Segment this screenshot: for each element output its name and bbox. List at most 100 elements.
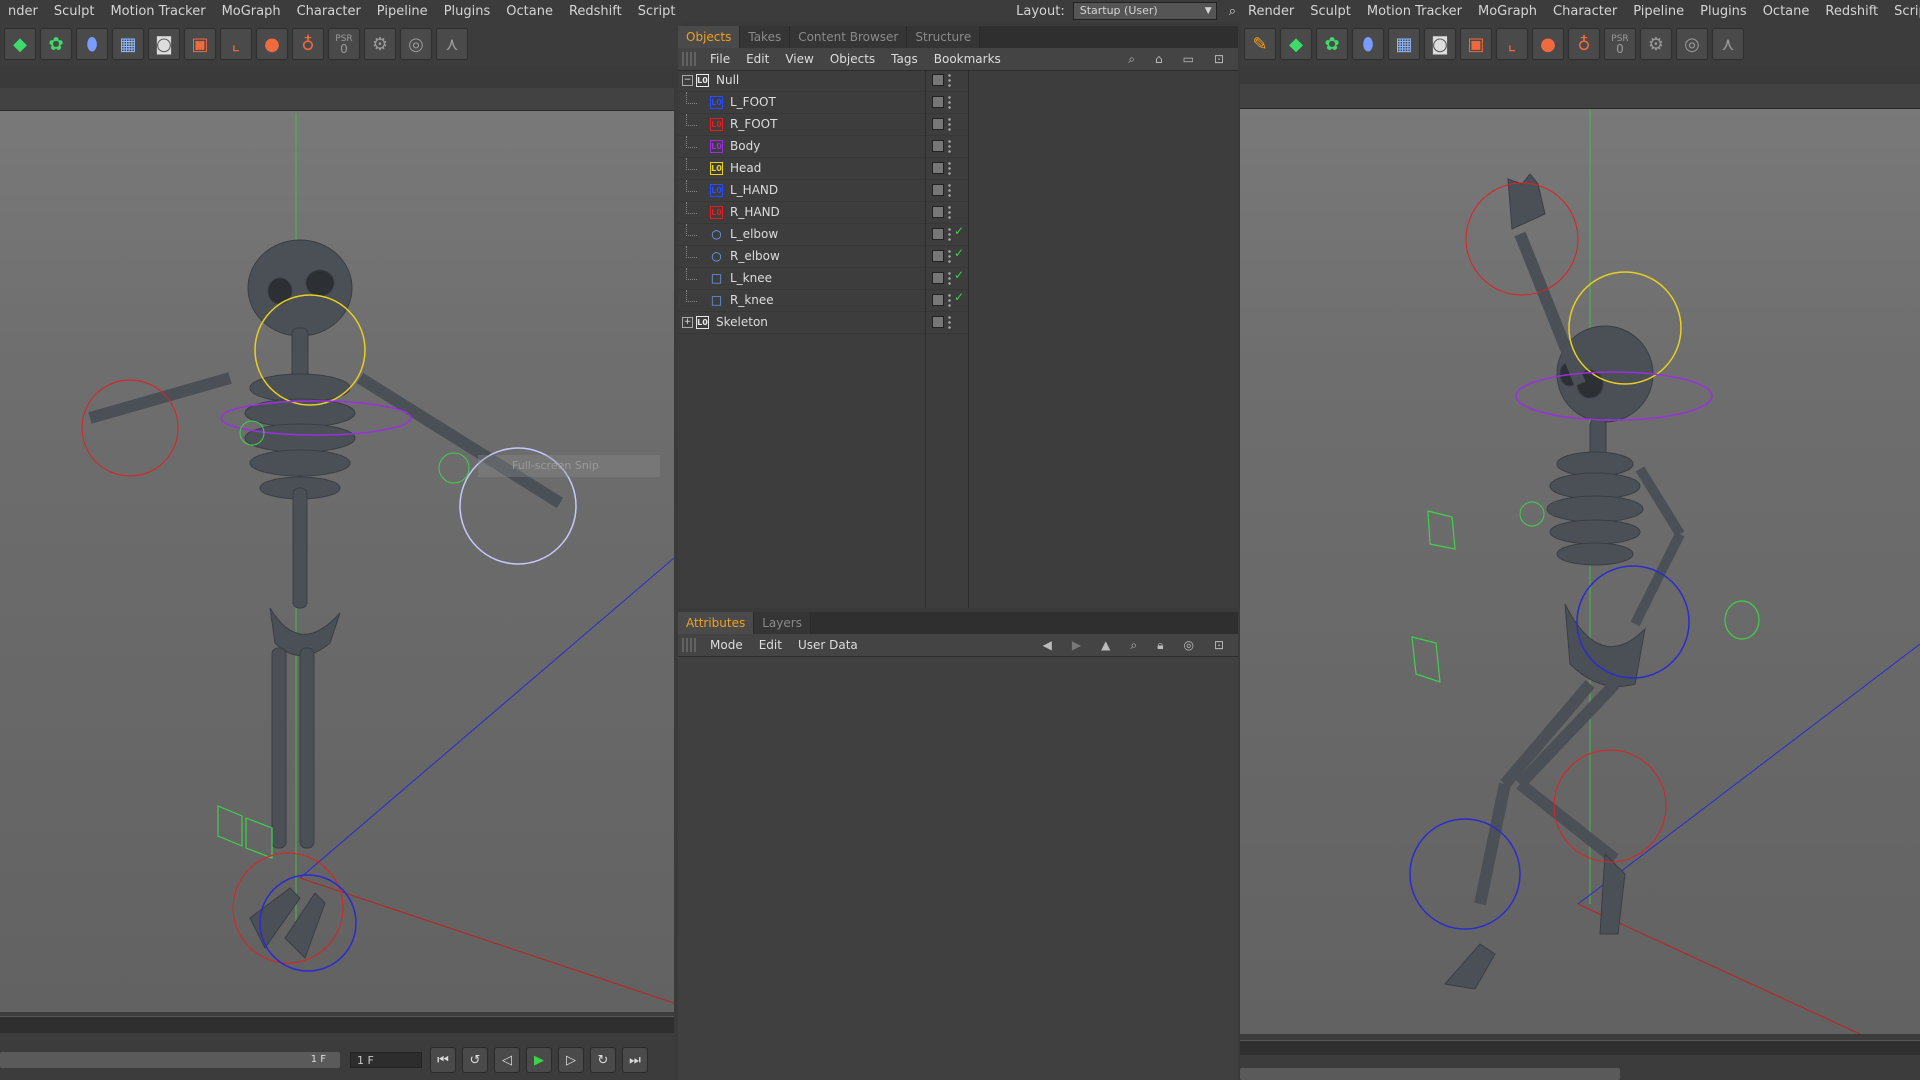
camera-icon[interactable]: ◙ (1424, 28, 1456, 60)
tab-structure[interactable]: Structure (907, 26, 981, 48)
left-viewport[interactable]: Full-screen Snip (0, 88, 674, 1012)
frame-field[interactable]: 1 F (350, 1052, 422, 1068)
visibility-tag-icon[interactable] (932, 118, 944, 130)
mograph-icon[interactable]: ✿ (40, 28, 72, 60)
goto-end-icon[interactable]: ⏭ (622, 1047, 648, 1073)
lamp-icon[interactable]: ♁ (292, 28, 324, 60)
deformer-icon[interactable]: ⬮ (1352, 28, 1384, 60)
timeline-track[interactable] (0, 1016, 674, 1033)
object-row-null[interactable]: − L0 Null (678, 70, 925, 92)
visibility-tag-icon[interactable] (932, 184, 944, 196)
object-row-body[interactable]: L0 Body (678, 136, 925, 158)
om-menu-file[interactable]: File (702, 52, 738, 66)
psr-icon[interactable]: PSR 0 (328, 28, 360, 60)
menu-plugins[interactable]: Plugins (436, 4, 499, 19)
menu-motion-tracker[interactable]: Motion Tracker (1359, 4, 1470, 19)
menu-redshift[interactable]: Redshift (1817, 4, 1886, 19)
enabled-check-icon[interactable]: ✓ (954, 290, 964, 304)
home-icon[interactable]: ⌂ (1147, 52, 1171, 66)
menu-pipeline[interactable]: Pipeline (1625, 4, 1692, 19)
tab-takes[interactable]: Takes (740, 26, 791, 48)
expand-icon[interactable]: + (682, 317, 693, 328)
deformer-icon[interactable]: ⬮ (76, 28, 108, 60)
editor-render-dots-icon[interactable] (948, 227, 951, 242)
om-menu-objects[interactable]: Objects (822, 52, 883, 66)
visibility-tag-icon[interactable] (932, 250, 944, 262)
psr-icon[interactable]: PSR 0 (1604, 28, 1636, 60)
menu-mograph[interactable]: MoGraph (1470, 4, 1545, 19)
visibility-tag-icon[interactable] (932, 74, 944, 86)
right-viewport[interactable] (1240, 84, 1920, 1034)
cube-icon[interactable]: ◆ (4, 28, 36, 60)
menu-plugins[interactable]: Plugins (1692, 4, 1755, 19)
editor-render-dots-icon[interactable] (948, 117, 951, 132)
menu-sculpt[interactable]: Sculpt (46, 4, 103, 19)
editor-render-dots-icon[interactable] (948, 271, 951, 286)
prev-key-icon[interactable]: ↺ (462, 1047, 488, 1073)
timeline-track[interactable] (1240, 1040, 1920, 1055)
object-row-r-knee[interactable]: □ R_knee (678, 290, 925, 312)
om-menu-view[interactable]: View (777, 52, 821, 66)
back-arrow-icon[interactable]: ◀ (1035, 638, 1060, 652)
light-icon[interactable]: ● (256, 28, 288, 60)
collapse-icon[interactable]: − (682, 75, 693, 86)
editor-render-dots-icon[interactable] (948, 139, 951, 154)
minimize-icon[interactable]: ▭ (1175, 52, 1202, 66)
om-menu-tags[interactable]: Tags (883, 52, 926, 66)
lock-icon[interactable]: 🔒︎ (1149, 638, 1171, 653)
editor-render-dots-icon[interactable] (948, 249, 951, 264)
om-menu-bookmarks[interactable]: Bookmarks (926, 52, 1009, 66)
tab-layers[interactable]: Layers (754, 612, 811, 634)
axis-icon[interactable]: ⌞ (1496, 28, 1528, 60)
visibility-tag-icon[interactable] (932, 140, 944, 152)
object-row-l-knee[interactable]: □ L_knee (678, 268, 925, 290)
editor-render-dots-icon[interactable] (948, 315, 951, 330)
object-row-l-elbow[interactable]: ○ L_elbow (678, 224, 925, 246)
menu-pipeline[interactable]: Pipeline (369, 4, 436, 19)
frame-slider[interactable] (1240, 1068, 1620, 1080)
menu-octane[interactable]: Octane (1755, 4, 1818, 19)
tab-objects[interactable]: Objects (678, 26, 741, 48)
lamp-icon[interactable]: ♁ (1568, 28, 1600, 60)
frame-slider[interactable]: 1 F (0, 1052, 340, 1068)
pen-icon[interactable]: ✎ (1244, 28, 1276, 60)
visibility-tag-icon[interactable] (932, 206, 944, 218)
visibility-tag-icon[interactable] (932, 316, 944, 328)
floor-icon[interactable]: ▦ (1388, 28, 1420, 60)
attr-menu-edit[interactable]: Edit (751, 638, 790, 652)
object-row-r-foot[interactable]: L0 R_FOOT (678, 114, 925, 136)
workplane-icon[interactable]: ◎ (400, 28, 432, 60)
next-frame-icon[interactable]: ▷ (558, 1047, 584, 1073)
om-menu-edit[interactable]: Edit (738, 52, 777, 66)
search-icon[interactable]: ⌕ (1120, 52, 1143, 67)
editor-render-dots-icon[interactable] (948, 73, 951, 88)
menu-render[interactable]: Render (1240, 4, 1302, 19)
snap-icon[interactable]: ⚙ (1640, 28, 1672, 60)
menu-mograph[interactable]: MoGraph (214, 4, 289, 19)
menu-nder[interactable]: nder (0, 4, 46, 19)
up-arrow-icon[interactable]: ▲ (1093, 638, 1118, 652)
play-icon[interactable]: ▶ (526, 1047, 552, 1073)
visibility-tag-icon[interactable] (932, 228, 944, 240)
camera-icon[interactable]: ◙ (148, 28, 180, 60)
forward-arrow-icon[interactable]: ▶ (1064, 638, 1089, 652)
maximize-icon[interactable]: ⊡ (1206, 52, 1232, 66)
editor-render-dots-icon[interactable] (948, 205, 951, 220)
editor-render-dots-icon[interactable] (948, 293, 951, 308)
object-row-r-hand[interactable]: L0 R_HAND (678, 202, 925, 224)
menu-octane[interactable]: Octane (498, 4, 561, 19)
workplane-icon[interactable]: ◎ (1676, 28, 1708, 60)
light-icon[interactable]: ● (1532, 28, 1564, 60)
editor-render-dots-icon[interactable] (948, 161, 951, 176)
object-row-skeleton[interactable]: + L0 Skeleton (678, 312, 925, 334)
enabled-check-icon[interactable]: ✓ (954, 268, 964, 282)
editor-render-dots-icon[interactable] (948, 95, 951, 110)
search-icon[interactable]: ⌕ (1122, 638, 1145, 653)
visibility-tag-icon[interactable] (932, 162, 944, 174)
enabled-check-icon[interactable]: ✓ (954, 224, 964, 238)
tab-content-browser[interactable]: Content Browser (790, 26, 908, 48)
attr-menu-mode[interactable]: Mode (702, 638, 751, 652)
menu-redshift[interactable]: Redshift (561, 4, 630, 19)
object-row-head[interactable]: L0 Head (678, 158, 925, 180)
menu-motion-tracker[interactable]: Motion Tracker (102, 4, 213, 19)
